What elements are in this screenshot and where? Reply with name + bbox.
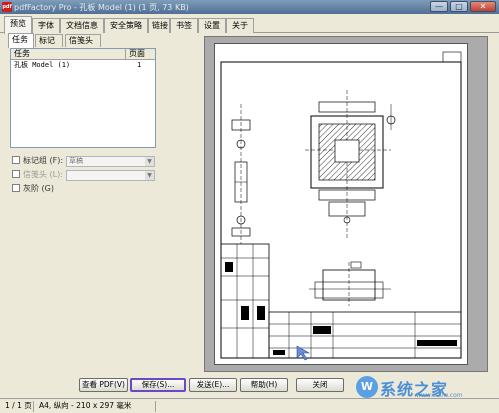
maximize-button[interactable]: □ [450,1,468,12]
preview-page [214,43,468,365]
close-button[interactable]: 关闭 [296,378,344,392]
task-pages[interactable]: 1 [137,61,141,70]
title-bar: pdf pdfFactory Pro - 孔板 Model (1) (1 页, … [0,0,499,14]
tab-links[interactable]: 链接 [148,18,170,33]
task-name[interactable]: 孔板 Model (1) [14,61,70,70]
grayscale-checkbox[interactable] [12,184,20,192]
tab-preview[interactable]: 预览 [4,16,32,34]
main-tabs: 预览 字体 文档信息 安全策略 链接 书签 设置 关于 [0,16,499,34]
tab-bookmarks[interactable]: 书签 [170,18,198,33]
tab-doc-info[interactable]: 文档信息 [60,18,104,33]
grayscale-row: 灰阶 (G) [12,183,54,195]
paper-size: A4, 纵向 - 210 x 297 毫米 [36,401,156,412]
letterhead-label: 信笺头 (L): [23,170,63,179]
help-button[interactable]: 帮助(H) [240,378,288,392]
watermark-url: www.300w.com [416,392,463,399]
chevron-down-icon: ▼ [145,157,154,166]
page-count: 1 / 1 页 [2,401,34,412]
subtab-marks[interactable]: 标记 [35,34,63,47]
preview-pane[interactable] [204,36,488,372]
chevron-down-icon: ▼ [145,171,154,180]
letterhead-select[interactable]: ▼ [66,170,155,181]
subtab-tasks[interactable]: 任务 [8,33,34,48]
mark-group-label: 标记组 (F): [23,156,64,165]
status-bar: 1 / 1 页 A4, 纵向 - 210 x 297 毫米 [0,398,499,413]
tab-settings[interactable]: 设置 [198,18,226,33]
tab-about[interactable]: 关于 [226,18,254,33]
column-header-pages[interactable]: 页面 [126,49,155,60]
subtab-letterhead[interactable]: 信笺头 [65,34,101,47]
minimize-button[interactable]: — [430,1,448,12]
watermark-logo-icon: W [356,376,378,398]
mark-group-select[interactable]: 草稿 ▼ [66,156,155,167]
tab-fonts[interactable]: 字体 [32,18,60,33]
mark-group-value: 草稿 [69,157,83,165]
column-header-task[interactable]: 任务 [11,49,126,60]
view-pdf-button[interactable]: 查看 PDF(V) [79,378,128,392]
grayscale-label: 灰阶 (G) [23,184,54,193]
list-header: 任务 页面 [11,49,155,60]
window-title: pdfFactory Pro - 孔板 Model (1) (1 页, 73 K… [14,3,189,12]
mark-group-checkbox[interactable] [12,156,20,164]
cad-drawing [220,51,462,361]
task-list[interactable]: 任务 页面 孔板 Model (1) 1 [10,48,156,148]
close-window-button[interactable]: ✕ [470,1,496,12]
letterhead-checkbox[interactable] [12,170,20,178]
letterhead-row: 信笺头 (L): [12,169,63,181]
app-icon: pdf [2,2,12,12]
tab-security[interactable]: 安全策略 [104,18,148,33]
mark-group-row: 标记组 (F): [12,155,63,167]
send-button[interactable]: 发送(E)... [189,378,237,392]
save-button[interactable]: 保存(S)... [130,378,186,392]
watermark: W 系统之家 www.300w.com [352,374,494,400]
